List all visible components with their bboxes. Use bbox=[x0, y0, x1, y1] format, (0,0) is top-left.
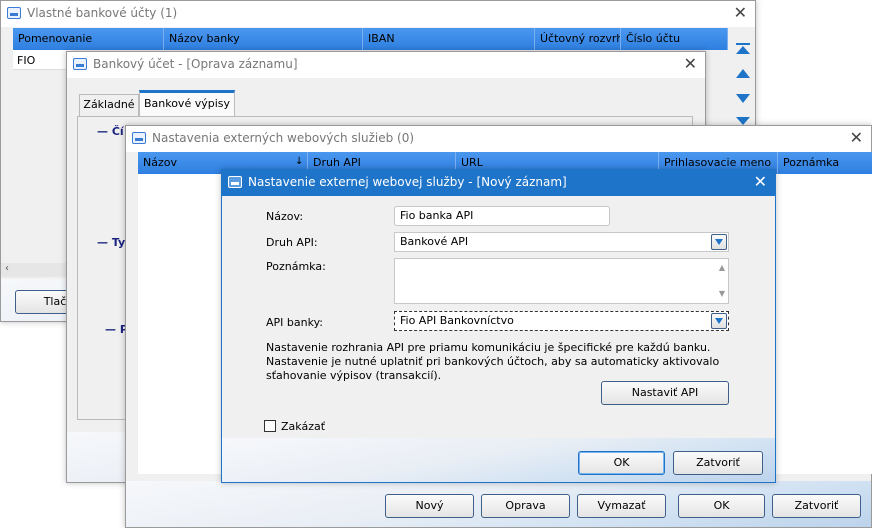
new-button[interactable]: Nový bbox=[385, 494, 474, 518]
section-label: — Čí bbox=[97, 125, 124, 138]
bank-api-select[interactable]: Fio API Bankovníctvo bbox=[394, 311, 729, 331]
edit-button[interactable]: Oprava bbox=[481, 494, 570, 518]
close-icon[interactable]: ✕ bbox=[850, 129, 863, 147]
dialog-web-service: Nastavenie externej webovej služby - [No… bbox=[221, 169, 776, 483]
column-header-cislo-uctu[interactable]: Číslo účtu bbox=[621, 28, 728, 50]
api-type-value: Bankové API bbox=[400, 235, 469, 248]
name-label: Názov: bbox=[266, 210, 304, 223]
tab-label: Bankové výpisy bbox=[143, 97, 231, 110]
column-header-iban[interactable]: IBAN bbox=[363, 28, 535, 50]
disable-label[interactable]: Zakázať bbox=[281, 420, 325, 433]
column-header-nazov-banky[interactable]: Názov banky bbox=[164, 28, 363, 50]
arrow-up-icon[interactable] bbox=[735, 67, 751, 81]
api-type-label: Druh API: bbox=[266, 236, 318, 249]
close-icon[interactable]: ✕ bbox=[684, 55, 697, 73]
scroll-down-icon[interactable]: ▼ bbox=[719, 287, 725, 301]
window-icon bbox=[228, 176, 242, 188]
horizontal-scrollbar[interactable]: ‹ bbox=[1, 263, 71, 277]
dialog-titlebar[interactable]: Nastavenie externej webovej služby - [No… bbox=[222, 170, 775, 196]
window-titlebar[interactable]: Nastavenia externých webových služieb (0… bbox=[126, 126, 871, 152]
section-label: — Ty bbox=[97, 236, 126, 249]
grid-header: Pomenovanie Názov banky IBAN Účtovný roz… bbox=[13, 28, 728, 50]
chevron-down-icon[interactable] bbox=[711, 234, 727, 250]
bank-api-label: API banky: bbox=[266, 316, 323, 329]
table-row[interactable]: FIO bbox=[13, 50, 73, 70]
window-titlebar[interactable]: Vlastné bankové účty (1) ✕ bbox=[1, 1, 755, 27]
arrow-down-icon[interactable] bbox=[735, 91, 751, 105]
window-icon bbox=[73, 58, 87, 70]
close-icon[interactable]: ✕ bbox=[754, 173, 767, 191]
dialog-title: Nastavenie externej webovej služby - [No… bbox=[248, 175, 567, 189]
cell-pomenovanie: FIO bbox=[17, 54, 36, 67]
info-text: Nastavenie rozhrania API pre priamu komu… bbox=[266, 341, 720, 382]
column-header-pomenovanie[interactable]: Pomenovanie bbox=[13, 28, 164, 50]
scroll-left-icon[interactable]: ‹ bbox=[5, 263, 9, 274]
close-button[interactable]: Zatvoriť bbox=[772, 494, 861, 518]
window-titlebar[interactable]: Bankový účet - [Oprava záznamu] ✕ bbox=[67, 52, 705, 78]
set-api-button[interactable]: Nastaviť API bbox=[601, 381, 729, 405]
window-icon bbox=[7, 7, 21, 19]
note-textarea[interactable]: ▲ ▼ bbox=[394, 258, 729, 304]
disable-checkbox[interactable] bbox=[264, 420, 276, 432]
window-title: Nastavenia externých webových služieb (0… bbox=[152, 131, 415, 145]
window-title: Bankový účet - [Oprava záznamu] bbox=[93, 57, 298, 71]
bank-api-value: Fio API Bankovníctvo bbox=[400, 314, 514, 327]
column-header-uctovny-rozvrh[interactable]: Účtovný rozvrh bbox=[535, 28, 621, 50]
name-field[interactable]: Fio banka API bbox=[394, 206, 610, 226]
chevron-down-icon[interactable] bbox=[711, 313, 727, 329]
close-icon[interactable]: ✕ bbox=[734, 4, 747, 22]
tab-label: Základné bbox=[83, 98, 135, 111]
name-value: Fio banka API bbox=[400, 209, 474, 222]
note-label: Poznámka: bbox=[266, 260, 326, 273]
window-icon bbox=[132, 132, 146, 144]
tab-bankove-vypisy[interactable]: Bankové výpisy bbox=[139, 90, 235, 117]
arrow-top-icon[interactable] bbox=[735, 42, 751, 56]
delete-button[interactable]: Vymazať bbox=[577, 494, 666, 518]
ok-button[interactable]: OK bbox=[578, 451, 665, 475]
ok-button[interactable]: OK bbox=[678, 494, 765, 518]
column-header-poznamka[interactable]: Poznámka bbox=[778, 152, 872, 174]
scroll-up-icon[interactable]: ▲ bbox=[719, 261, 725, 275]
tab-zakladne[interactable]: Základné bbox=[79, 94, 139, 116]
close-button[interactable]: Zatvoriť bbox=[673, 451, 763, 475]
sort-icon[interactable]: ↓ bbox=[295, 156, 303, 167]
api-type-select[interactable]: Bankové API bbox=[394, 232, 729, 252]
window-title: Vlastné bankové účty (1) bbox=[27, 6, 178, 20]
